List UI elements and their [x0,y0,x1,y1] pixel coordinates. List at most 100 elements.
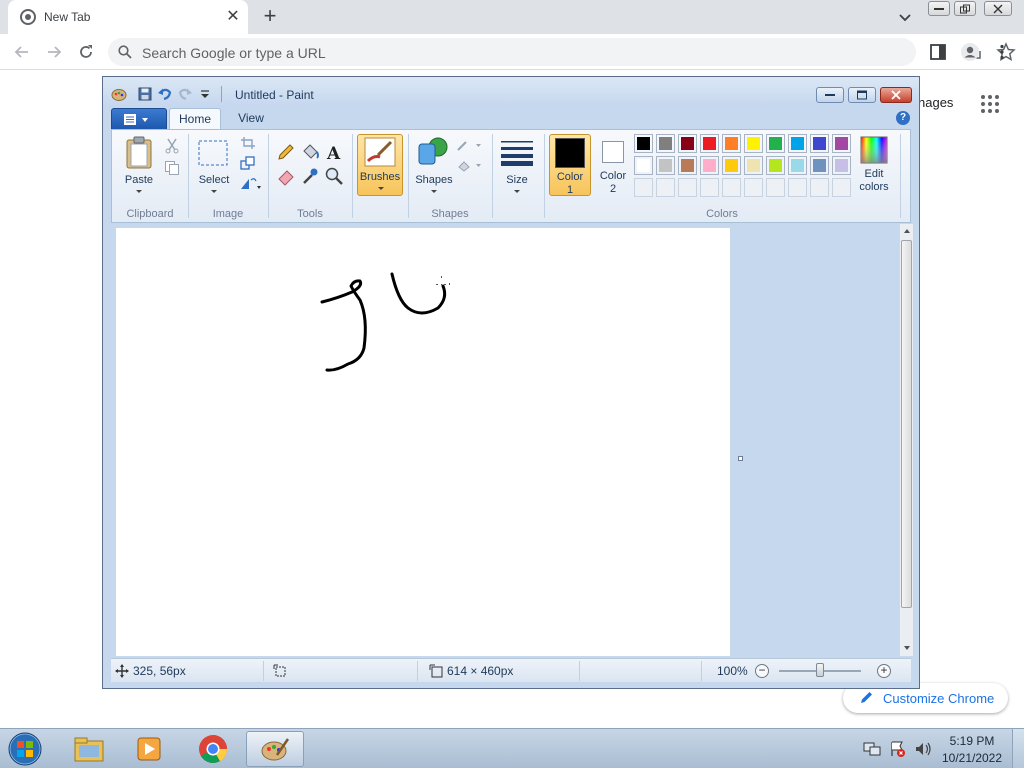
new-tab-button[interactable]: + [259,5,281,28]
edit-colors-label-line1[interactable]: Edit [854,168,894,180]
taskbar-explorer[interactable] [60,731,118,767]
palette-swatch[interactable] [656,134,675,153]
profile-avatar-icon[interactable] [960,42,980,62]
palette-swatch[interactable] [722,134,741,153]
custom-color-slot[interactable] [788,178,807,197]
customize-qat-dropdown-icon[interactable] [197,86,213,102]
minimize-button[interactable] [928,1,950,16]
palette-swatch[interactable] [744,134,763,153]
paint-restore-button[interactable] [848,87,876,103]
scroll-up-arrow-icon[interactable] [904,229,910,233]
palette-swatch[interactable] [788,134,807,153]
zoom-slider-thumb[interactable] [816,663,824,677]
zoom-out-button[interactable]: − [755,664,769,678]
color1-button[interactable]: Color 1 [549,134,591,196]
text-tool-icon[interactable]: A [324,142,344,162]
paint-app-icon[interactable] [111,86,127,102]
palette-swatch[interactable] [788,156,807,175]
pencil-tool-icon[interactable] [276,142,296,162]
brushes-button[interactable]: Brushes [357,134,403,196]
kebab-menu-icon[interactable] [992,42,1012,62]
custom-color-slot[interactable] [810,178,829,197]
vertical-scrollbar[interactable] [899,224,913,656]
save-icon[interactable] [137,86,153,102]
paste-label[interactable]: Paste [122,174,156,186]
fill-bucket-icon[interactable] [300,142,320,162]
palette-swatch[interactable] [722,156,741,175]
color2-button[interactable]: Color 2 [593,134,633,196]
palette-swatch[interactable] [744,156,763,175]
custom-color-slot[interactable] [832,178,851,197]
paint-close-button[interactable] [880,87,912,103]
show-desktop-button[interactable] [1012,729,1024,768]
shapes-icon[interactable] [416,136,450,168]
palette-swatch[interactable] [700,156,719,175]
restore-button[interactable] [954,1,976,16]
custom-color-slot[interactable] [766,178,785,197]
taskbar-media-player[interactable] [120,731,178,767]
back-arrow-icon[interactable] [12,42,32,62]
palette-swatch[interactable] [656,156,675,175]
paste-icon[interactable] [124,136,154,170]
paste-dropdown-arrow[interactable] [136,190,142,193]
tab-view[interactable]: View [225,108,277,130]
drawing-canvas[interactable] [116,228,730,656]
forward-arrow-icon[interactable] [44,42,64,62]
palette-swatch[interactable] [678,134,697,153]
images-link[interactable]: nages [918,95,953,110]
cut-icon[interactable] [164,138,180,154]
clock-time[interactable]: 5:19 PM [944,734,1000,748]
rotate-icon[interactable] [240,176,262,190]
paint-file-menu-button[interactable] [111,108,167,130]
undo-icon[interactable] [157,86,173,102]
custom-color-slot[interactable] [722,178,741,197]
custom-color-slot[interactable] [634,178,653,197]
edit-colors-label-line2[interactable]: colors [854,181,894,193]
outline-icon[interactable] [456,138,482,152]
copy-icon[interactable] [164,160,180,176]
custom-color-slot[interactable] [744,178,763,197]
reload-icon[interactable] [76,42,96,62]
tab-home[interactable]: Home [169,108,221,130]
system-tray-icons[interactable] [862,739,938,759]
taskbar-chrome[interactable] [184,731,242,767]
palette-swatch[interactable] [766,134,785,153]
size-label[interactable]: Size [496,174,538,186]
paint-minimize-button[interactable] [816,87,844,103]
palette-swatch[interactable] [700,134,719,153]
canvas-resize-handle[interactable] [738,456,743,461]
palette-swatch[interactable] [766,156,785,175]
shapes-dropdown-arrow[interactable] [431,190,437,193]
custom-color-slot[interactable] [678,178,697,197]
close-window-button[interactable] [984,1,1012,16]
redo-icon[interactable] [177,86,193,102]
start-button-icon[interactable] [6,731,44,767]
crop-icon[interactable] [240,136,256,150]
close-tab-icon[interactable]: ✕ [224,8,242,26]
help-icon[interactable]: ? [896,111,910,125]
tab-search-chevron-icon[interactable] [896,8,914,26]
select-icon[interactable] [198,140,228,166]
side-panel-icon[interactable] [928,42,948,62]
scrollbar-thumb[interactable] [901,240,912,608]
scroll-down-arrow-icon[interactable] [904,646,910,650]
resize-icon[interactable] [240,156,256,170]
edit-colors-icon[interactable] [860,136,888,164]
custom-color-slot[interactable] [700,178,719,197]
select-dropdown-arrow[interactable] [211,190,217,193]
fill-icon[interactable] [456,158,482,172]
clock-date[interactable]: 10/21/2022 [940,751,1004,765]
palette-swatch[interactable] [810,156,829,175]
custom-color-slot[interactable] [656,178,675,197]
taskbar-paint[interactable] [246,731,304,767]
tab-new-tab[interactable]: New Tab ✕ [8,0,248,34]
color-picker-icon[interactable] [300,166,320,186]
google-apps-grid-icon[interactable] [980,94,1000,114]
size-icon[interactable] [500,140,534,166]
eraser-icon[interactable] [276,166,296,186]
palette-swatch[interactable] [832,156,851,175]
palette-swatch[interactable] [832,134,851,153]
zoom-in-button[interactable]: + [877,664,891,678]
palette-swatch[interactable] [810,134,829,153]
magnifier-icon[interactable] [324,166,344,186]
